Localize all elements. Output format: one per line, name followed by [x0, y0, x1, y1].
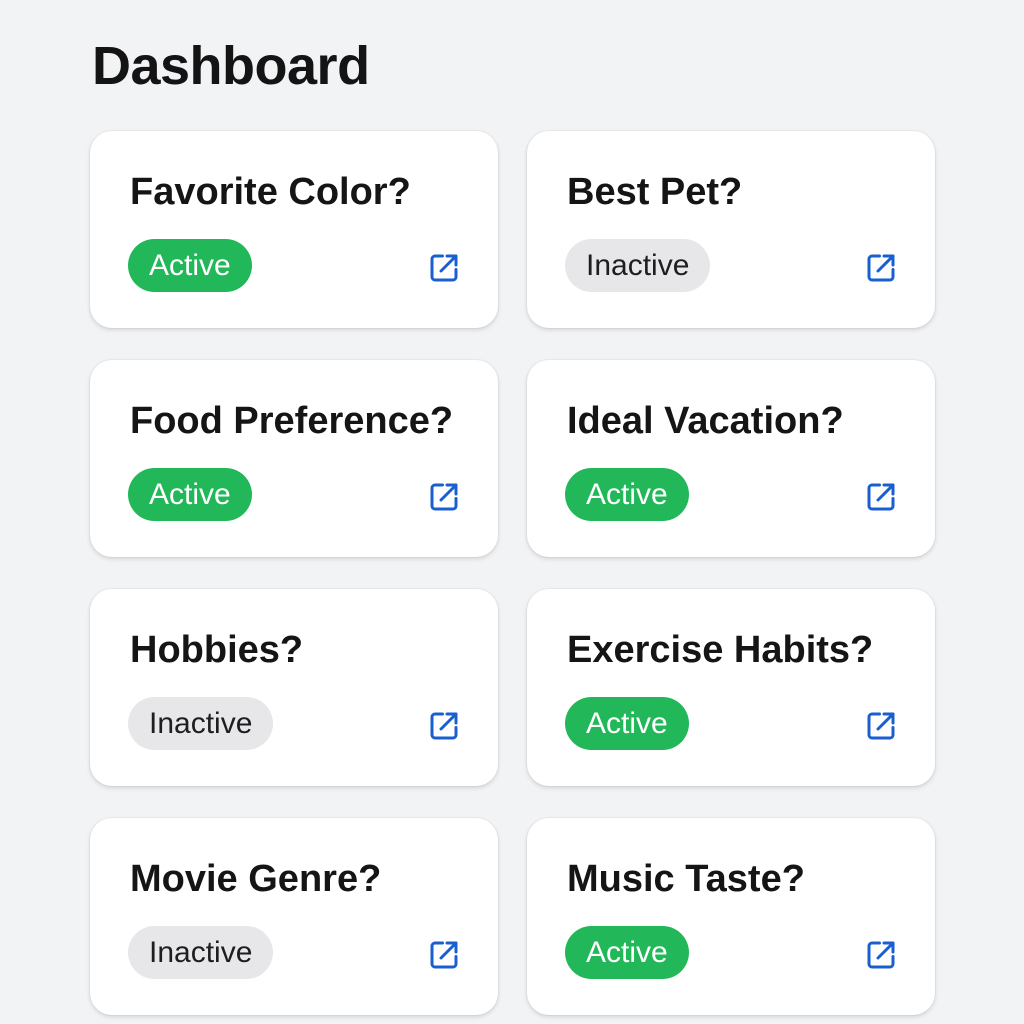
card-title: Favorite Color? [130, 171, 411, 213]
external-link-icon[interactable] [863, 479, 899, 515]
status-badge: Active [565, 697, 689, 750]
survey-card[interactable]: Favorite Color? Active [90, 131, 498, 328]
survey-card[interactable]: Ideal Vacation? Active [527, 360, 935, 557]
card-title: Hobbies? [130, 629, 304, 671]
external-link-icon[interactable] [426, 250, 462, 286]
survey-card[interactable]: Best Pet? Inactive [527, 131, 935, 328]
external-link-icon[interactable] [426, 708, 462, 744]
external-link-icon[interactable] [863, 708, 899, 744]
card-title: Movie Genre? [130, 858, 382, 900]
status-badge: Active [128, 468, 252, 521]
external-link-icon[interactable] [863, 937, 899, 973]
card-title: Exercise Habits? [567, 629, 874, 671]
card-title: Food Preference? [130, 400, 454, 442]
status-badge: Active [565, 926, 689, 979]
page-title: Dashboard [92, 36, 370, 96]
survey-card[interactable]: Food Preference? Active [90, 360, 498, 557]
status-badge: Inactive [128, 926, 274, 979]
survey-card[interactable]: Hobbies? Inactive [90, 589, 498, 786]
card-title: Music Taste? [567, 858, 805, 900]
status-badge: Active [128, 239, 252, 292]
survey-card-grid: Favorite Color? Active Best Pet? Inactiv… [90, 131, 936, 1015]
external-link-icon[interactable] [426, 479, 462, 515]
survey-card[interactable]: Movie Genre? Inactive [90, 818, 498, 1015]
status-badge: Active [565, 468, 689, 521]
status-badge: Inactive [128, 697, 274, 750]
card-title: Ideal Vacation? [567, 400, 844, 442]
survey-card[interactable]: Exercise Habits? Active [527, 589, 935, 786]
status-badge: Inactive [565, 239, 711, 292]
external-link-icon[interactable] [863, 250, 899, 286]
card-title: Best Pet? [567, 171, 743, 213]
survey-card[interactable]: Music Taste? Active [527, 818, 935, 1015]
external-link-icon[interactable] [426, 937, 462, 973]
